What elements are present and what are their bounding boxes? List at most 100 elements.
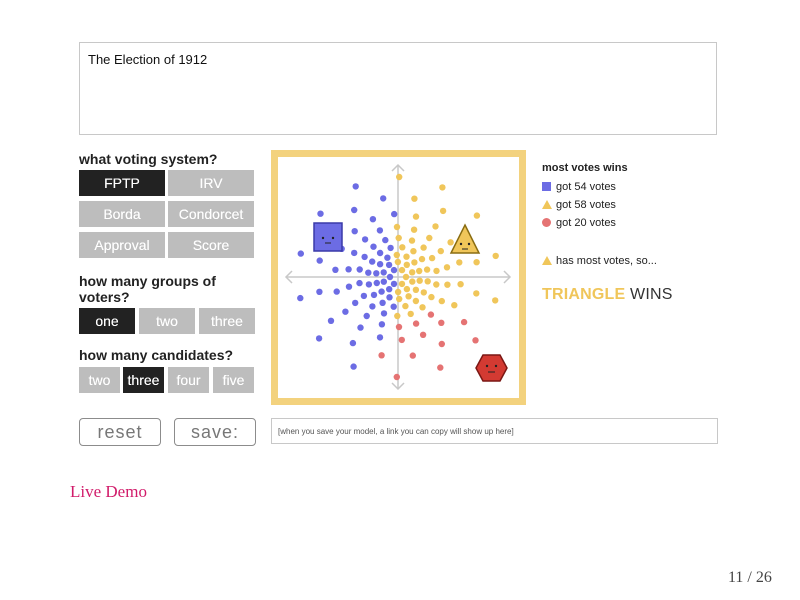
voting-option-borda[interactable]: Borda (79, 201, 165, 227)
voter-dot (473, 259, 480, 266)
voter-dot (394, 288, 402, 296)
voter-dot (412, 286, 420, 293)
voting-option-fptp[interactable]: FPTP (79, 170, 165, 196)
voter-dot (379, 299, 386, 306)
model-title-textarea[interactable]: The Election of 1912 (79, 42, 717, 135)
voter-dot (433, 267, 440, 275)
voter-dot (424, 278, 431, 285)
voter-dot (473, 290, 480, 297)
voter-dot (327, 317, 335, 324)
groups-option-three[interactable]: three (199, 308, 255, 334)
voter-dot (416, 267, 423, 275)
voter-groups-label-line2: voters? (79, 289, 130, 305)
candidate-square[interactable] (313, 222, 343, 252)
voter-dot (380, 269, 387, 276)
voter-dot (352, 299, 359, 307)
result-summary: has most votes, so... (542, 255, 657, 267)
voter-dot (410, 248, 417, 255)
voter-dot (492, 297, 499, 304)
winner-suffix: WINS (630, 286, 673, 303)
voter-dot (356, 266, 363, 273)
voting-option-irv[interactable]: IRV (168, 170, 254, 196)
voter-dot (418, 255, 426, 263)
candidate-hexagon[interactable] (475, 354, 508, 382)
candidates-label: how many candidates? (79, 347, 234, 363)
voter-dot (411, 259, 418, 266)
voter-dot (432, 223, 439, 230)
candidates-option-three[interactable]: three (123, 367, 164, 393)
voter-dot (439, 184, 446, 191)
voter-dot (297, 250, 304, 257)
voting-option-approval[interactable]: Approval (79, 232, 165, 258)
voter-dot (396, 295, 403, 303)
voter-dot (369, 216, 377, 223)
live-demo-link[interactable]: Live Demo (70, 482, 147, 502)
voter-dot (390, 266, 398, 274)
voter-dot (384, 254, 391, 261)
voter-dot (416, 277, 423, 284)
voter-dot (394, 312, 401, 320)
voter-dot (428, 254, 436, 262)
voting-option-condorcet[interactable]: Condorcet (168, 201, 254, 227)
voter-dot (399, 244, 406, 251)
voter-dot (393, 373, 400, 381)
voting-option-score[interactable]: Score (168, 232, 254, 258)
square-result: got 54 votes (542, 181, 616, 193)
voter-dot (342, 308, 349, 315)
voting-system-label: what voting system? (79, 151, 218, 167)
reset-button[interactable]: reset (79, 418, 161, 446)
election-simulation-canvas[interactable] (271, 150, 526, 405)
voter-dot (402, 273, 410, 281)
triangle-result: got 58 votes (542, 199, 616, 211)
voter-dot (386, 294, 393, 301)
voter-dot (438, 297, 445, 305)
triangle-eye-right (467, 242, 471, 246)
winner-name: TRIANGLE (542, 286, 626, 303)
voter-dot (378, 321, 386, 328)
saved-link-field[interactable]: [when you save your model, a link you ca… (271, 418, 718, 444)
voter-dot (373, 279, 380, 287)
square-candidate-icon[interactable] (313, 222, 343, 252)
save-button[interactable]: save: (174, 418, 256, 446)
square-eye-right (331, 236, 335, 240)
voter-dot (492, 252, 499, 260)
voter-dot (393, 251, 400, 259)
groups-option-two[interactable]: two (139, 308, 195, 334)
voter-dot (316, 288, 323, 295)
candidate-triangle[interactable] (449, 223, 481, 254)
voter-dot (315, 335, 323, 342)
groups-option-one[interactable]: one (79, 308, 135, 334)
voter-dot (420, 289, 427, 296)
hexagon-candidate-icon[interactable] (475, 354, 508, 382)
voter-dot (437, 364, 444, 371)
voter-dot (385, 261, 393, 269)
candidates-option-five[interactable]: five (213, 367, 254, 393)
voter-groups-label: how many groups of voters? (79, 273, 216, 305)
voter-dot (380, 195, 387, 202)
voter-dot (391, 210, 398, 218)
page-number: 11 / 26 (728, 569, 772, 586)
voter-dot (426, 234, 433, 242)
voter-dot (369, 303, 376, 310)
voter-dot (411, 195, 418, 202)
voter-dot (378, 288, 385, 295)
result-summary-text: has most votes, so... (556, 255, 657, 267)
voter-dot (456, 259, 463, 266)
voter-dot (457, 281, 464, 288)
hexagon-eye-right (494, 364, 498, 368)
voter-dot (398, 280, 406, 288)
voter-dot (390, 303, 397, 310)
voter-dot (439, 207, 447, 215)
voter-dot (376, 261, 384, 268)
voter-dot (332, 266, 339, 273)
voter-dot (365, 269, 372, 276)
candidates-option-four[interactable]: four (168, 367, 209, 393)
voter-dot (395, 234, 402, 242)
candidates-option-two[interactable]: two (79, 367, 120, 393)
voter-dot (403, 253, 410, 260)
voter-dot (419, 331, 427, 338)
voter-dot (387, 244, 394, 252)
voter-dot (407, 310, 414, 318)
voter-dot (412, 320, 420, 327)
voter-dot (350, 363, 357, 370)
